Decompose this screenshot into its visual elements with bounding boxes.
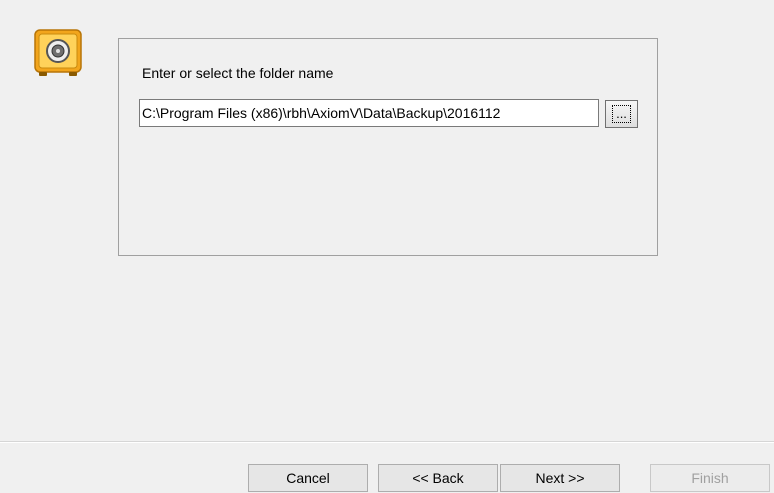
footer-separator — [0, 441, 774, 443]
finish-button[interactable]: Finish — [650, 464, 770, 492]
folder-group-panel: Enter or select the folder name ... — [118, 38, 658, 256]
browse-button-label: ... — [612, 105, 631, 123]
folder-path-input[interactable] — [139, 99, 599, 127]
browse-button[interactable]: ... — [605, 100, 638, 128]
next-button[interactable]: Next >> — [500, 464, 620, 492]
folder-label: Enter or select the folder name — [142, 65, 334, 81]
back-button[interactable]: << Back — [378, 464, 498, 492]
cancel-button[interactable]: Cancel — [248, 464, 368, 492]
safe-icon — [32, 27, 84, 79]
